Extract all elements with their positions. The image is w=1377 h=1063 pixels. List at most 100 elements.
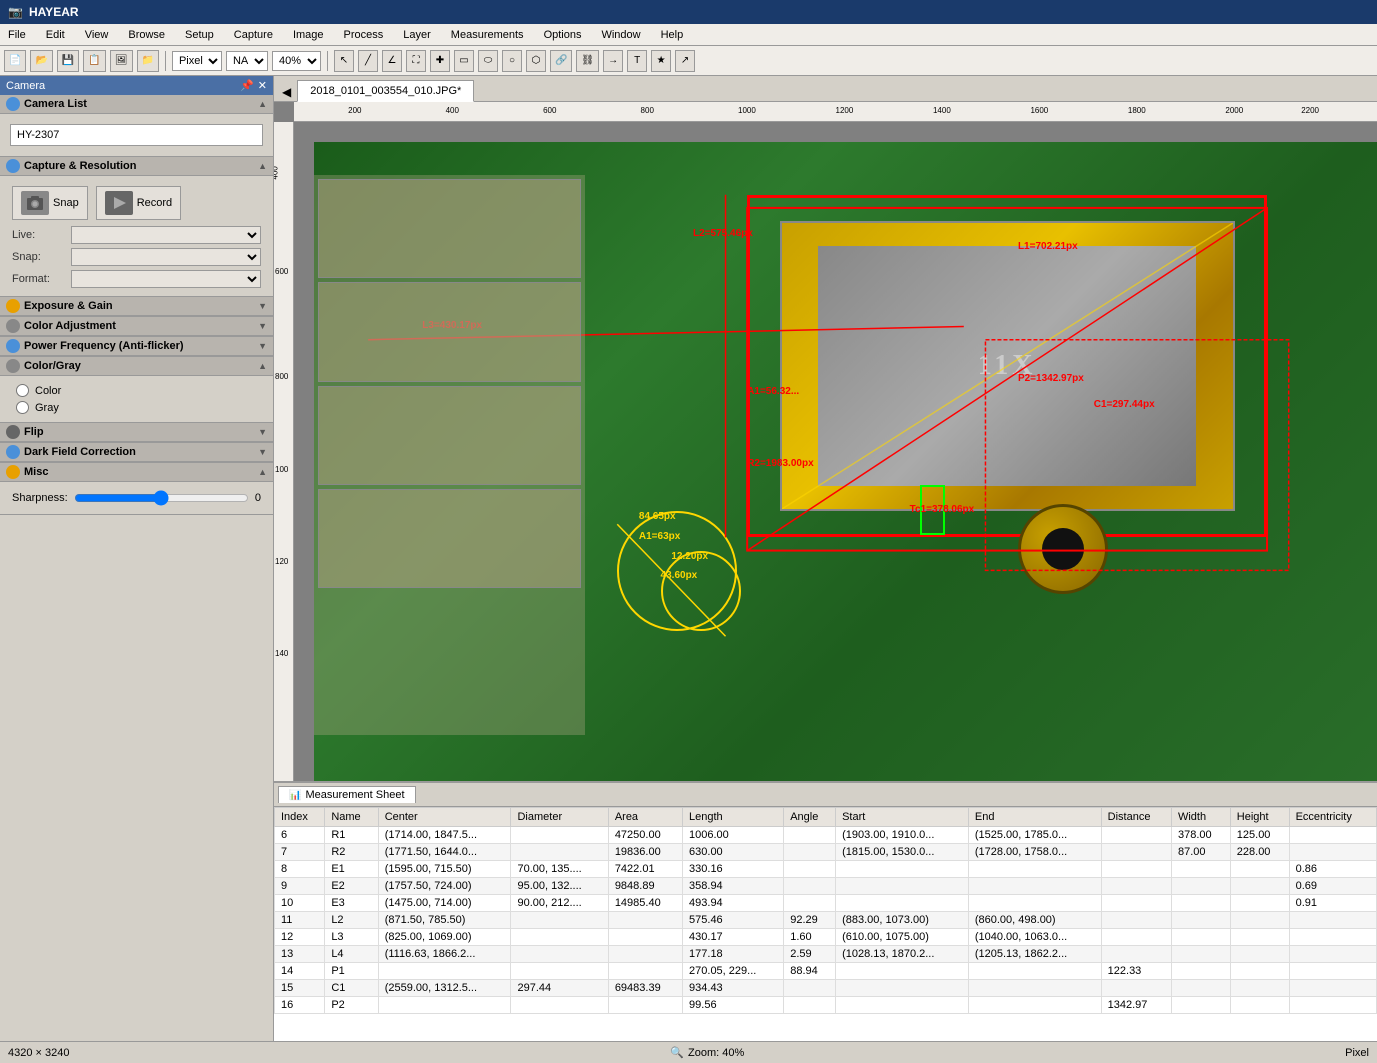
power-freq-expand[interactable]: ▼ — [258, 341, 267, 351]
camera-panel-header[interactable]: Camera 📌 ✕ — [0, 76, 273, 95]
toolbar-new[interactable]: 📄 — [4, 50, 26, 72]
cell-eccentricity — [1289, 997, 1376, 1014]
table-row[interactable]: 15C1(2559.00, 1312.5...297.4469483.39934… — [275, 980, 1377, 997]
power-freq-header[interactable]: Power Frequency (Anti-flicker) ▼ — [0, 337, 273, 356]
color-gray-expand[interactable]: ▲ — [258, 361, 267, 371]
cell-diameter — [511, 946, 608, 963]
table-row[interactable]: 14P1270.05, 229...88.94122.33 — [275, 963, 1377, 980]
misc-header[interactable]: Misc ▲ — [0, 463, 273, 482]
cell-width — [1171, 929, 1230, 946]
menu-item-options[interactable]: Options — [540, 27, 586, 43]
menu-item-file[interactable]: File — [4, 27, 30, 43]
toolbar-rect[interactable]: ▭ — [454, 50, 474, 72]
toolbar-circle[interactable]: ○ — [502, 50, 522, 72]
capture-expand[interactable]: ▲ — [258, 161, 267, 171]
table-row[interactable]: 9E2(1757.50, 724.00)95.00, 132....9848.8… — [275, 878, 1377, 895]
color-adj-icon — [6, 319, 20, 333]
color-adj-expand[interactable]: ▼ — [258, 321, 267, 331]
toolbar-cursor[interactable]: ↖ — [334, 50, 354, 72]
color-adj-header[interactable]: Color Adjustment ▼ — [0, 317, 273, 336]
menu-item-edit[interactable]: Edit — [42, 27, 69, 43]
toolbar-save[interactable]: 💾 — [57, 50, 79, 72]
snap-label2: Snap: — [12, 251, 67, 263]
toolbar-angle[interactable]: ∠ — [382, 50, 402, 72]
cell-eccentricity — [1289, 827, 1376, 844]
menu-item-layer[interactable]: Layer — [399, 27, 435, 43]
color-radio[interactable] — [16, 384, 29, 397]
cell-length: 630.00 — [683, 844, 784, 861]
table-row[interactable]: 6R1(1714.00, 1847.5...47250.001006.00(19… — [275, 827, 1377, 844]
ruler-mark-1600: 1600 — [1030, 106, 1048, 115]
exposure-expand[interactable]: ▼ — [258, 301, 267, 311]
menu-item-setup[interactable]: Setup — [181, 27, 218, 43]
menu-item-browse[interactable]: Browse — [124, 27, 169, 43]
menu-item-window[interactable]: Window — [597, 27, 644, 43]
camera-list-expand[interactable]: ▲ — [258, 99, 267, 109]
measurement-sheet-tab[interactable]: 📊 Measurement Sheet — [278, 786, 416, 803]
table-body: 6R1(1714.00, 1847.5...47250.001006.00(19… — [275, 827, 1377, 1014]
capture-header[interactable]: Capture & Resolution ▲ — [0, 157, 273, 176]
flip-expand[interactable]: ▼ — [258, 427, 267, 437]
misc-title: Misc — [24, 466, 48, 478]
table-row[interactable]: 16P299.561342.97 — [275, 997, 1377, 1014]
menu-item-measurements[interactable]: Measurements — [447, 27, 528, 43]
color-gray-header[interactable]: Color/Gray ▲ — [0, 357, 273, 376]
zoom-select[interactable]: 40% — [272, 51, 321, 71]
toolbar-diag[interactable]: ↗ — [675, 50, 695, 72]
dark-field-header[interactable]: Dark Field Correction ▼ — [0, 443, 273, 462]
cell-end: (1205.13, 1862.2... — [968, 946, 1101, 963]
toolbar-ellipse[interactable]: ⬭ — [478, 50, 498, 72]
gray-radio[interactable] — [16, 401, 29, 414]
table-row[interactable]: 10E3(1475.00, 714.00)90.00, 212....14985… — [275, 895, 1377, 912]
table-row[interactable]: 11L2(871.50, 785.50)575.4692.29(883.00, … — [275, 912, 1377, 929]
toolbar-text[interactable]: T — [627, 50, 647, 72]
toolbar-multi[interactable]: ⛶ — [406, 50, 426, 72]
toolbar-link[interactable]: 🔗 — [550, 50, 572, 72]
toolbar-open[interactable]: 📂 — [30, 50, 52, 72]
toolbar-line[interactable]: ╱ — [358, 50, 378, 72]
table-row[interactable]: 13L4(1116.63, 1866.2...177.182.59(1028.1… — [275, 946, 1377, 963]
toolbar-btn5[interactable]: 🖼 — [110, 50, 133, 72]
camera-pin-icon[interactable]: 📌 — [240, 79, 254, 92]
format-select[interactable] — [71, 270, 261, 288]
exposure-header[interactable]: Exposure & Gain ▼ — [0, 297, 273, 316]
dark-field-expand[interactable]: ▼ — [258, 447, 267, 457]
toolbar-polygon[interactable]: ⬡ — [526, 50, 546, 72]
active-tab[interactable]: 2018_0101_003554_010.JPG* — [297, 80, 474, 102]
menu-item-view[interactable]: View — [81, 27, 113, 43]
snap-select[interactable] — [71, 248, 261, 266]
table-row[interactable]: 7R2(1771.50, 1644.0...19836.00630.00(181… — [275, 844, 1377, 861]
record-button[interactable]: Record — [96, 186, 181, 220]
cell-index: 12 — [275, 929, 325, 946]
camera-close-icon[interactable]: ✕ — [258, 79, 267, 92]
measurement-table[interactable]: Index Name Center Diameter Area Length A… — [274, 807, 1377, 1041]
tab-prev-btn[interactable]: ◀ — [278, 83, 295, 101]
flip-header[interactable]: Flip ▼ — [0, 423, 273, 442]
misc-expand[interactable]: ▲ — [258, 467, 267, 477]
toolbar-btn6[interactable]: 📁 — [137, 50, 159, 72]
canvas-area[interactable]: 11X — [314, 142, 1377, 781]
cell-distance: 1342.97 — [1101, 997, 1171, 1014]
toolbar-btn4[interactable]: 📋 — [83, 50, 105, 72]
image-container: 200 400 600 800 1000 1200 1400 1600 1800… — [274, 102, 1377, 781]
toolbar-cross[interactable]: ✚ — [430, 50, 450, 72]
toolbar-chain[interactable]: ⛓ — [576, 50, 599, 72]
table-row[interactable]: 8E1(1595.00, 715.50)70.00, 135....7422.0… — [275, 861, 1377, 878]
camera-item[interactable]: HY-2307 — [10, 124, 263, 146]
toolbar-star[interactable]: ★ — [651, 50, 671, 72]
menu-item-capture[interactable]: Capture — [230, 27, 277, 43]
camera-list-header[interactable]: Camera List ▲ — [0, 95, 273, 114]
menu-item-image[interactable]: Image — [289, 27, 328, 43]
gray-radio-row: Gray — [6, 399, 267, 416]
sharpness-slider[interactable] — [74, 490, 249, 506]
snap-button[interactable]: Snap — [12, 186, 88, 220]
na-select[interactable]: NA — [226, 51, 268, 71]
menu-item-process[interactable]: Process — [340, 27, 388, 43]
pixel-select[interactable]: Pixel — [172, 51, 222, 71]
toolbar-arrow[interactable]: → — [603, 50, 623, 72]
table-row[interactable]: 12L3(825.00, 1069.00)430.171.60(610.00, … — [275, 929, 1377, 946]
menu-item-help[interactable]: Help — [657, 27, 688, 43]
cell-height — [1230, 861, 1289, 878]
ruler-left-400: 400 — [274, 166, 280, 179]
live-select[interactable] — [71, 226, 261, 244]
